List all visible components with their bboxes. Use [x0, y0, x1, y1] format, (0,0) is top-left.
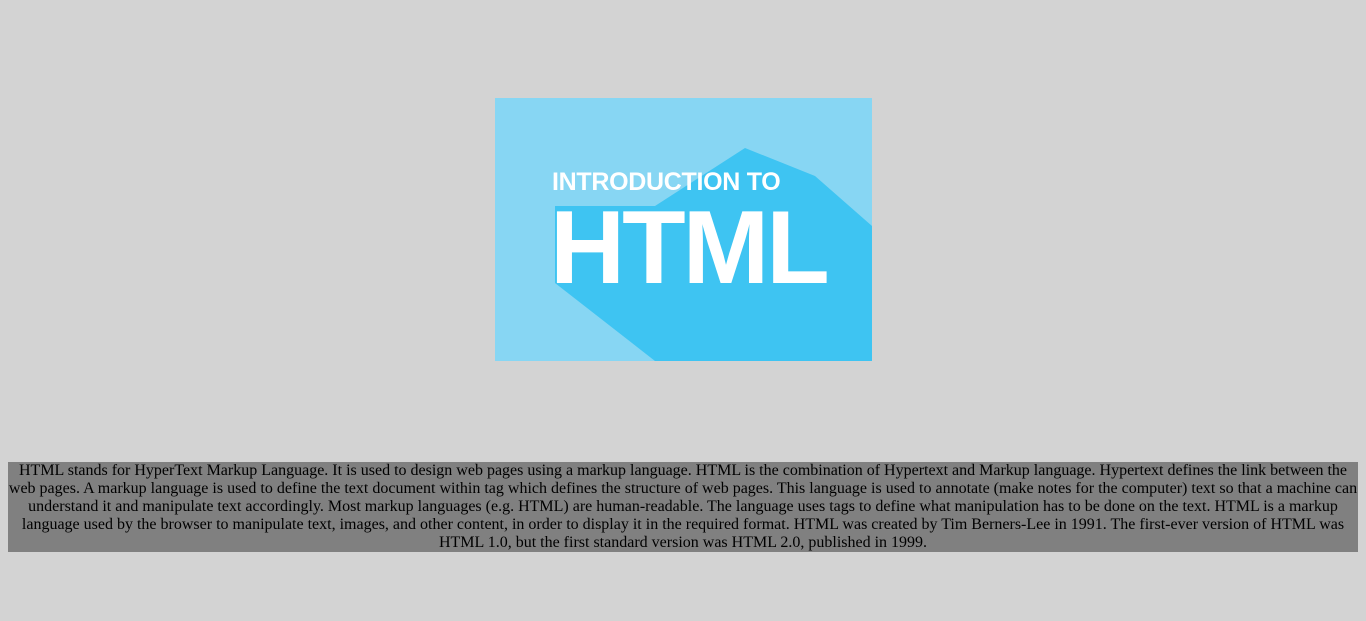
intro-to-html-banner-image: INTRODUCTION TO HTML [495, 98, 872, 361]
page: { "banner": { "line1": "INTRODUCTION TO"… [0, 0, 1366, 621]
html-description-paragraph: HTML stands for HyperText Markup Languag… [8, 462, 1358, 552]
banner-title-line-2: HTML [550, 190, 830, 306]
